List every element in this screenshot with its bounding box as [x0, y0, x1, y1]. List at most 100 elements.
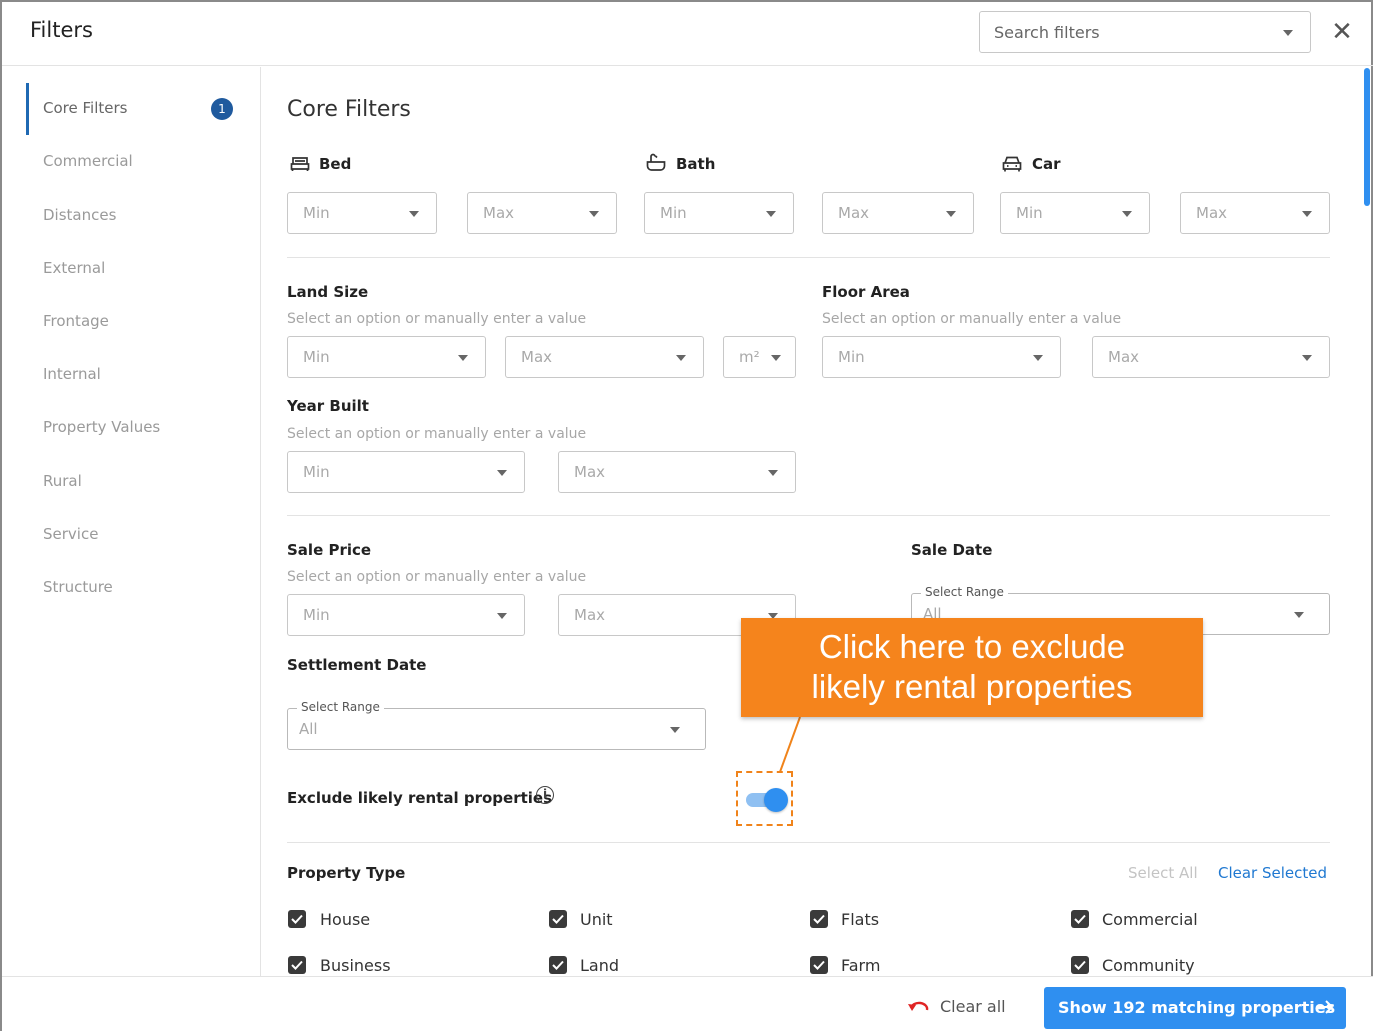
bed-min-dropdown[interactable]: Min	[287, 192, 437, 234]
clear-all-label: Clear all	[940, 997, 1006, 1016]
land-size-min-dropdown[interactable]: Min	[287, 336, 486, 378]
divider	[287, 842, 1330, 843]
sidebar-item-label: Structure	[43, 578, 113, 596]
bed-min-placeholder: Min	[303, 204, 330, 222]
land-size-min-placeholder: Min	[303, 348, 330, 366]
car-max-placeholder: Max	[1196, 204, 1228, 222]
sale-price-min-placeholder: Min	[303, 606, 330, 624]
checkbox-business[interactable]	[288, 956, 306, 974]
clear-selected-link[interactable]: Clear Selected	[1218, 864, 1327, 882]
year-built-hint: Select an option or manually enter a val…	[287, 426, 587, 442]
bed-max-placeholder: Max	[483, 204, 515, 222]
car-min-dropdown[interactable]: Min	[1000, 192, 1150, 234]
bath-min-dropdown[interactable]: Min	[644, 192, 794, 234]
annotation-callout: Click here to exclude likely rental prop…	[741, 618, 1203, 717]
bed-icon	[290, 157, 310, 171]
checkbox-unit[interactable]	[549, 910, 567, 928]
chevron-down-icon	[1302, 355, 1312, 361]
scrollbar-thumb[interactable]	[1364, 68, 1370, 206]
select-all-link[interactable]: Select All	[1128, 864, 1198, 882]
settlement-date-legend: Select Range	[297, 700, 384, 714]
settlement-date-range-select[interactable]: Select Range All	[287, 700, 706, 750]
sale-price-min-dropdown[interactable]: Min	[287, 594, 525, 636]
car-icon	[1002, 156, 1022, 172]
sidebar-item-label: Rural	[43, 472, 82, 490]
land-size-unit-dropdown[interactable]: m²	[723, 336, 796, 378]
bed-label: Bed	[319, 155, 352, 173]
land-size-max-placeholder: Max	[521, 348, 553, 366]
bath-label: Bath	[676, 155, 716, 173]
sale-price-max-placeholder: Max	[574, 606, 606, 624]
settlement-date-value: All	[299, 720, 318, 738]
bath-icon	[646, 153, 666, 171]
section-title: Core Filters	[287, 97, 411, 122]
sidebar-item-label: Frontage	[43, 312, 109, 330]
dialog-title: Filters	[30, 18, 93, 42]
floor-area-max-placeholder: Max	[1108, 348, 1140, 366]
sidebar-item-label: Core Filters	[43, 99, 128, 117]
sidebar-item-label: Property Values	[43, 418, 161, 436]
year-built-max-placeholder: Max	[574, 463, 606, 481]
checkbox-label: House	[320, 910, 371, 929]
sidebar-item-service[interactable]: Service	[26, 509, 260, 561]
settlement-date-label: Settlement Date	[287, 656, 427, 674]
core-filters-panel: Core Filters Bed Bath Car Min Max Min Ma…	[262, 67, 1362, 976]
chevron-down-icon	[766, 211, 776, 217]
search-filters-placeholder: Search filters	[994, 23, 1100, 42]
sidebar-item-frontage[interactable]: Frontage	[26, 296, 260, 348]
checkbox-farm[interactable]	[810, 956, 828, 974]
callout-line-1: Click here to exclude	[818, 628, 1126, 665]
floor-area-min-placeholder: Min	[838, 348, 865, 366]
sidebar-item-label: Internal	[43, 365, 101, 383]
checkbox-label: Unit	[580, 910, 613, 929]
bed-max-dropdown[interactable]: Max	[467, 192, 617, 234]
search-filters-dropdown[interactable]: Search filters	[979, 11, 1311, 53]
sidebar-item-structure[interactable]: Structure	[26, 562, 260, 614]
sidebar-item-internal[interactable]: Internal	[26, 349, 260, 401]
sidebar-item-property-values[interactable]: Property Values	[26, 402, 260, 454]
year-built-label: Year Built	[287, 397, 369, 415]
bath-min-placeholder: Min	[660, 204, 687, 222]
sidebar-item-external[interactable]: External	[26, 243, 260, 295]
checkbox-label: Commercial	[1102, 910, 1198, 929]
floor-area-max-dropdown[interactable]: Max	[1092, 336, 1330, 378]
checkbox-land[interactable]	[549, 956, 567, 974]
sale-date-label: Sale Date	[911, 541, 993, 559]
close-icon[interactable]: ✕	[1328, 18, 1356, 46]
show-matching-properties-button[interactable]: Show 192 matching properties	[1044, 987, 1346, 1029]
land-size-max-dropdown[interactable]: Max	[505, 336, 704, 378]
chevron-down-icon	[670, 727, 680, 733]
floor-area-min-dropdown[interactable]: Min	[822, 336, 1061, 378]
sidebar-item-core-filters[interactable]: Core Filters 1	[26, 83, 260, 135]
sidebar: Core Filters 1 Commercial Distances Exte…	[2, 67, 261, 976]
sidebar-item-rural[interactable]: Rural	[26, 456, 260, 508]
chevron-down-icon	[589, 211, 599, 217]
checkbox-community[interactable]	[1071, 956, 1089, 974]
checkbox-house[interactable]	[288, 910, 306, 928]
sale-price-label: Sale Price	[287, 541, 372, 559]
chevron-down-icon	[1302, 211, 1312, 217]
exclude-rental-label: Exclude likely rental properties	[287, 789, 553, 807]
checkbox-flats[interactable]	[810, 910, 828, 928]
checkbox-label: Community	[1102, 956, 1195, 975]
car-max-dropdown[interactable]: Max	[1180, 192, 1330, 234]
floor-area-hint: Select an option or manually enter a val…	[822, 311, 1122, 327]
undo-icon	[908, 1001, 929, 1011]
checkbox-label: Flats	[841, 910, 880, 929]
chevron-down-icon	[946, 211, 956, 217]
floor-area-label: Floor Area	[822, 283, 910, 301]
exclude-rental-toggle[interactable]	[746, 787, 788, 813]
bath-max-dropdown[interactable]: Max	[822, 192, 974, 234]
info-icon[interactable]: i	[536, 786, 554, 804]
checkbox-commercial[interactable]	[1071, 910, 1089, 928]
sale-price-hint: Select an option or manually enter a val…	[287, 569, 587, 585]
sidebar-item-commercial[interactable]: Commercial	[26, 136, 260, 188]
toggle-knob	[764, 788, 788, 812]
year-built-max-dropdown[interactable]: Max	[558, 451, 796, 493]
sidebar-item-distances[interactable]: Distances	[26, 190, 260, 242]
year-built-min-dropdown[interactable]: Min	[287, 451, 525, 493]
sidebar-item-label: Distances	[43, 206, 117, 224]
chevron-down-icon	[497, 470, 507, 476]
count-badge: 1	[211, 98, 233, 120]
arrow-right-icon	[1318, 1000, 1334, 1014]
